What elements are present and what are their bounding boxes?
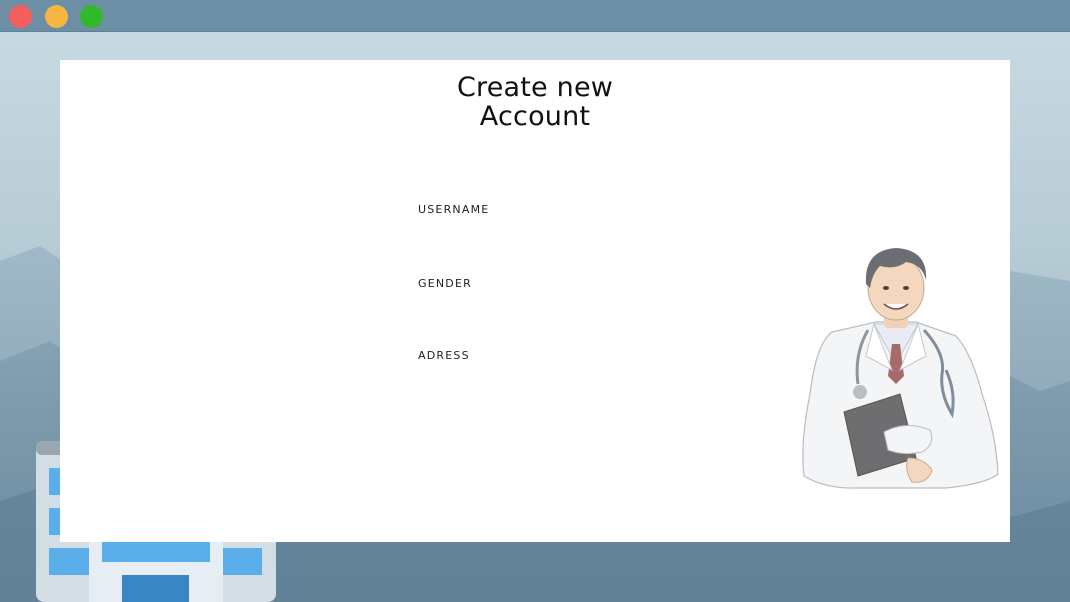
username-label: USERNAME: [418, 203, 490, 216]
maximize-window-button[interactable]: [80, 5, 103, 28]
create-account-card: Create new Account USERNAME GENDER ADRES…: [60, 60, 1010, 542]
minimize-window-button[interactable]: [45, 5, 68, 28]
close-window-button[interactable]: [9, 5, 32, 28]
title-line-1: Create new: [456, 72, 614, 103]
page-title: Create new Account: [60, 73, 1010, 131]
title-line-2: Account: [479, 101, 591, 132]
adress-label: ADRESS: [418, 349, 470, 362]
doctor-illustration: [802, 248, 999, 489]
gender-label: GENDER: [418, 277, 472, 290]
window-titlebar: [0, 0, 1070, 32]
